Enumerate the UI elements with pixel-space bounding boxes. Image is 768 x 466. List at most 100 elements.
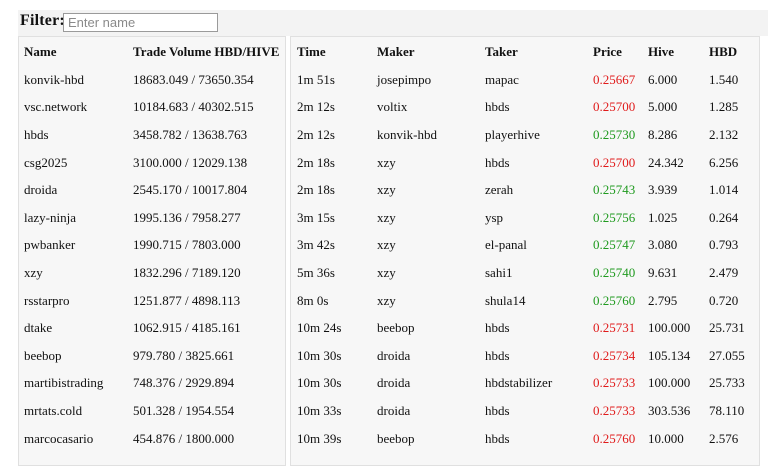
volume-row: xzy 1832.296 / 7189.120 (24, 259, 283, 287)
trade-time: 8m 0s (297, 292, 329, 308)
trade-hbd-amount: 6.256 (709, 154, 739, 170)
trade-hbd-amount: 1.285 (709, 99, 739, 115)
trade-row: 10m 30s droida hbdstabilizer 0.25733 100.000… (297, 370, 759, 398)
volume-row: droida 2545.170 / 10017.804 (24, 176, 283, 204)
trade-volume: 3458.782 / 13638.763 (133, 126, 248, 142)
trade-taker[interactable]: hbds (485, 397, 593, 425)
column-header-price[interactable]: Price (593, 38, 648, 66)
trade-row: 10m 39s beebop hbds 0.25760 10.000 2.576 (297, 425, 759, 453)
trade-taker[interactable]: zerah (485, 176, 593, 204)
trade-maker[interactable]: xzy (377, 287, 485, 315)
trade-taker[interactable]: hbds (485, 425, 593, 453)
trade-maker[interactable]: xzy (377, 204, 485, 232)
user-name[interactable]: xzy (24, 259, 133, 287)
trade-taker[interactable]: el-panal (485, 232, 593, 260)
column-header-name[interactable]: Name (24, 38, 133, 66)
user-name[interactable]: rsstarpro (24, 287, 133, 315)
trade-hbd-amount: 2.576 (709, 430, 739, 446)
trade-row: 2m 18s xzy hbds 0.25700 24.342 6.256 (297, 149, 759, 177)
trade-hive-amount: 1.025 (648, 209, 678, 225)
user-name[interactable]: dtake (24, 314, 133, 342)
trade-time: 2m 18s (297, 154, 335, 170)
trade-maker[interactable]: beebop (377, 425, 485, 453)
user-name[interactable]: mrtats.cold (24, 397, 133, 425)
trade-hive-amount: 2.795 (648, 292, 678, 308)
user-name[interactable]: martibistrading (24, 370, 133, 398)
volume-table-header: Name Trade Volume HBD/HIVE (24, 38, 283, 66)
trade-price: 0.25756 (593, 209, 636, 225)
filter-input[interactable] (63, 13, 218, 32)
trade-price: 0.25730 (593, 126, 636, 142)
trade-row: 1m 51s josepimpo mapac 0.25667 6.000 1.540 (297, 66, 759, 94)
trade-taker[interactable]: hbds (485, 314, 593, 342)
trade-time: 3m 42s (297, 237, 335, 253)
trade-volume: 1062.915 / 4185.161 (133, 320, 241, 336)
trade-taker[interactable]: hbds (485, 94, 593, 122)
user-name[interactable]: marcocasario (24, 425, 133, 453)
trade-volume: 10184.683 / 40302.515 (133, 99, 254, 115)
trade-row: 3m 42s xzy el-panal 0.25747 3.080 0.793 (297, 232, 759, 260)
volume-panel: Name Trade Volume HBD/HIVE konvik-hbd 186… (18, 36, 286, 466)
trade-price: 0.25733 (593, 402, 636, 418)
trade-hive-amount: 9.631 (648, 264, 678, 280)
column-header-volume[interactable]: Trade Volume HBD/HIVE (133, 38, 283, 66)
user-name[interactable]: pwbanker (24, 232, 133, 260)
trade-row: 8m 0s xzy shula14 0.25760 2.795 0.720 (297, 287, 759, 315)
trade-taker[interactable]: shula14 (485, 287, 593, 315)
trades-table-header: Time Maker Taker Price Hive HBD (297, 38, 759, 66)
user-name[interactable]: csg2025 (24, 149, 133, 177)
volume-table: Name Trade Volume HBD/HIVE konvik-hbd 186… (24, 38, 283, 452)
column-header-hive[interactable]: Hive (648, 38, 709, 66)
trade-price: 0.25760 (593, 430, 636, 446)
trade-maker[interactable]: konvik-hbd (377, 121, 485, 149)
volume-row: rsstarpro 1251.877 / 4898.113 (24, 287, 283, 315)
trade-time: 10m 30s (297, 347, 342, 363)
trade-maker[interactable]: xzy (377, 149, 485, 177)
trade-row: 5m 36s xzy sahi1 0.25740 9.631 2.479 (297, 259, 759, 287)
column-header-maker[interactable]: Maker (377, 38, 485, 66)
trade-volume: 18683.049 / 73650.354 (133, 71, 254, 87)
trade-taker[interactable]: hbds (485, 342, 593, 370)
user-name[interactable]: lazy-ninja (24, 204, 133, 232)
trade-maker[interactable]: droida (377, 342, 485, 370)
user-name[interactable]: vsc.network (24, 94, 133, 122)
column-header-hbd[interactable]: HBD (709, 38, 759, 66)
trade-maker[interactable]: josepimpo (377, 66, 485, 94)
trade-time: 10m 39s (297, 430, 342, 446)
trade-maker[interactable]: beebop (377, 314, 485, 342)
trade-taker[interactable]: ysp (485, 204, 593, 232)
trade-taker[interactable]: hbdstabilizer (485, 370, 593, 398)
trade-maker[interactable]: xzy (377, 176, 485, 204)
trade-hbd-amount: 0.793 (709, 237, 739, 253)
trade-maker[interactable]: droida (377, 370, 485, 398)
trade-price: 0.25734 (593, 347, 636, 363)
trade-taker[interactable]: playerhive (485, 121, 593, 149)
column-header-time[interactable]: Time (297, 38, 377, 66)
trade-maker[interactable]: xzy (377, 232, 485, 260)
trade-hive-amount: 10.000 (648, 430, 684, 446)
user-name[interactable]: konvik-hbd (24, 66, 133, 94)
volume-row: pwbanker 1990.715 / 7803.000 (24, 232, 283, 260)
volume-row: mrtats.cold 501.328 / 1954.554 (24, 397, 283, 425)
user-name[interactable]: beebop (24, 342, 133, 370)
trade-maker[interactable]: xzy (377, 259, 485, 287)
trade-hive-amount: 5.000 (648, 99, 678, 115)
trade-price: 0.25731 (593, 320, 636, 336)
trade-time: 5m 36s (297, 264, 335, 280)
user-name[interactable]: droida (24, 176, 133, 204)
trade-row: 10m 30s droida hbds 0.25734 105.134 27.055 (297, 342, 759, 370)
trade-hive-amount: 8.286 (648, 126, 678, 142)
user-name[interactable]: hbds (24, 121, 133, 149)
volume-row: konvik-hbd 18683.049 / 73650.354 (24, 66, 283, 94)
trade-taker[interactable]: hbds (485, 149, 593, 177)
trade-volume: 1832.296 / 7189.120 (133, 264, 241, 280)
column-header-taker[interactable]: Taker (485, 38, 593, 66)
trade-volume: 454.876 / 1800.000 (133, 430, 235, 446)
trade-maker[interactable]: voltix (377, 94, 485, 122)
trade-maker[interactable]: droida (377, 397, 485, 425)
trade-taker[interactable]: sahi1 (485, 259, 593, 287)
trade-time: 10m 24s (297, 320, 342, 336)
trade-volume: 1995.136 / 7958.277 (133, 209, 241, 225)
trade-row: 10m 24s beebop hbds 0.25731 100.000 25.731 (297, 314, 759, 342)
trade-taker[interactable]: mapac (485, 66, 593, 94)
